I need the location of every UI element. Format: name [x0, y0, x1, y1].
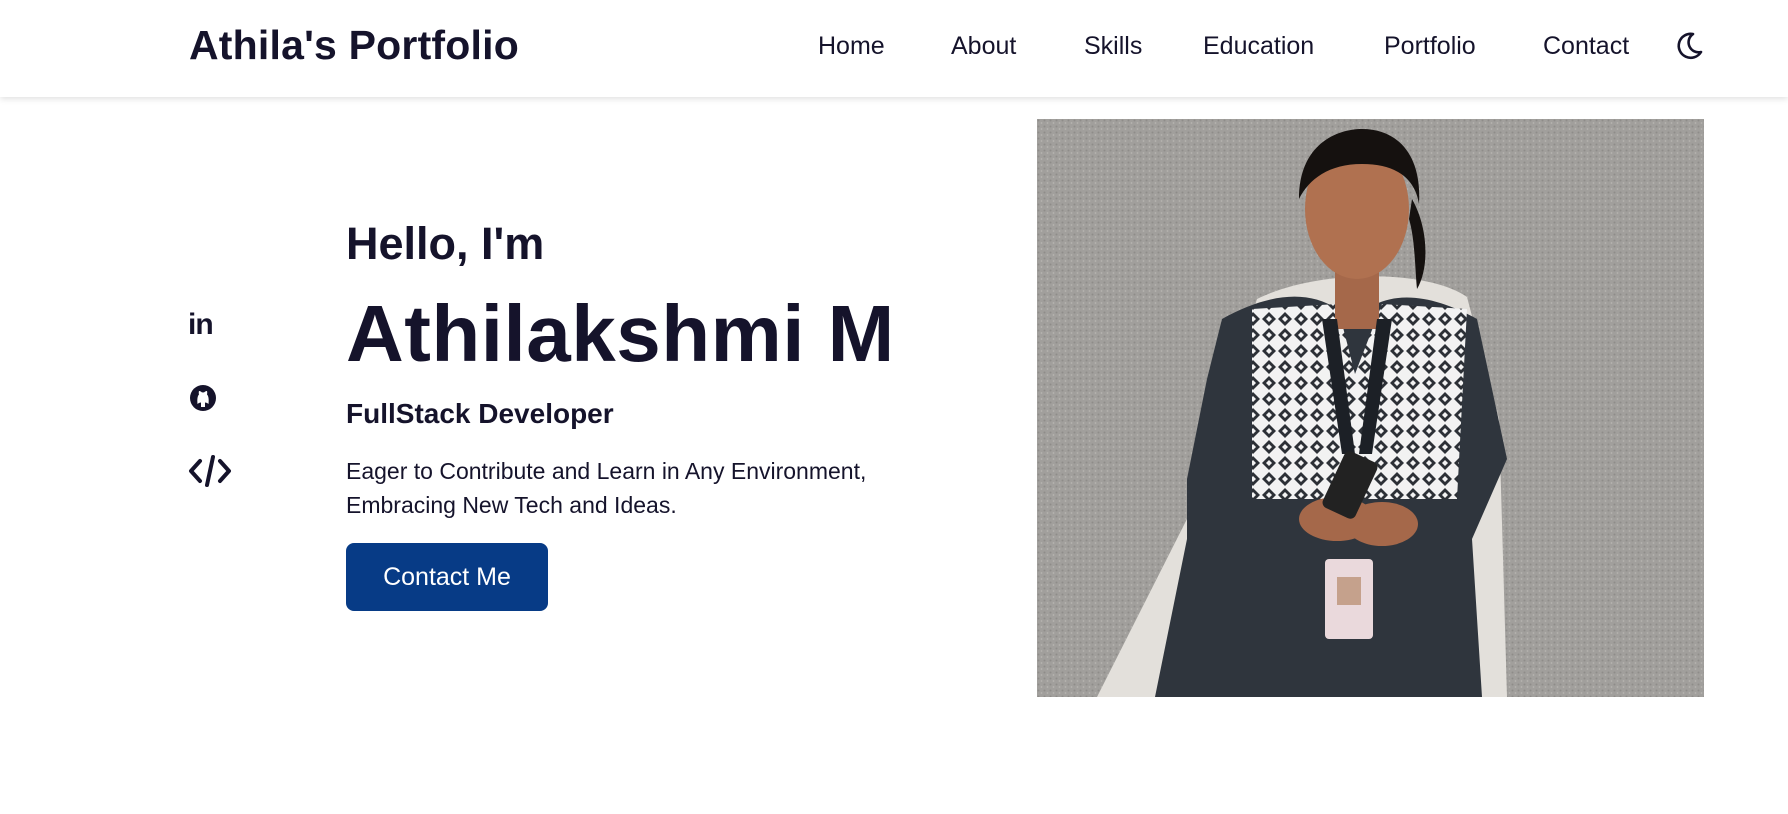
theme-toggle-button[interactable] [1673, 30, 1705, 62]
nav-link-contact[interactable]: Contact [1543, 32, 1629, 61]
hero-name: Athilakshmi M [346, 289, 895, 378]
top-navbar: Athila's Portfolio Home About Skills Edu… [0, 0, 1788, 97]
nav-link-portfolio[interactable]: Portfolio [1384, 32, 1476, 61]
github-icon [190, 385, 216, 411]
main-nav: Home About Skills Education Portfolio Co… [0, 32, 1788, 66]
code-icon [189, 455, 231, 487]
nav-link-education[interactable]: Education [1203, 32, 1314, 61]
hero-greeting: Hello, I'm [346, 218, 545, 269]
profile-photo [1037, 119, 1704, 697]
hero-description: Eager to Contribute and Learn in Any Env… [346, 458, 867, 518]
moon-icon [1677, 32, 1703, 60]
github-link[interactable] [188, 378, 234, 418]
nav-link-home[interactable]: Home [818, 32, 885, 61]
linkedin-link[interactable]: in [188, 305, 234, 345]
linkedin-icon: in [188, 308, 214, 341]
contact-me-button[interactable]: Contact Me [346, 543, 548, 611]
hero-role: FullStack Developer [346, 398, 614, 429]
nav-link-skills[interactable]: Skills [1084, 32, 1142, 61]
code-link[interactable] [188, 451, 234, 491]
nav-link-about[interactable]: About [951, 32, 1016, 61]
